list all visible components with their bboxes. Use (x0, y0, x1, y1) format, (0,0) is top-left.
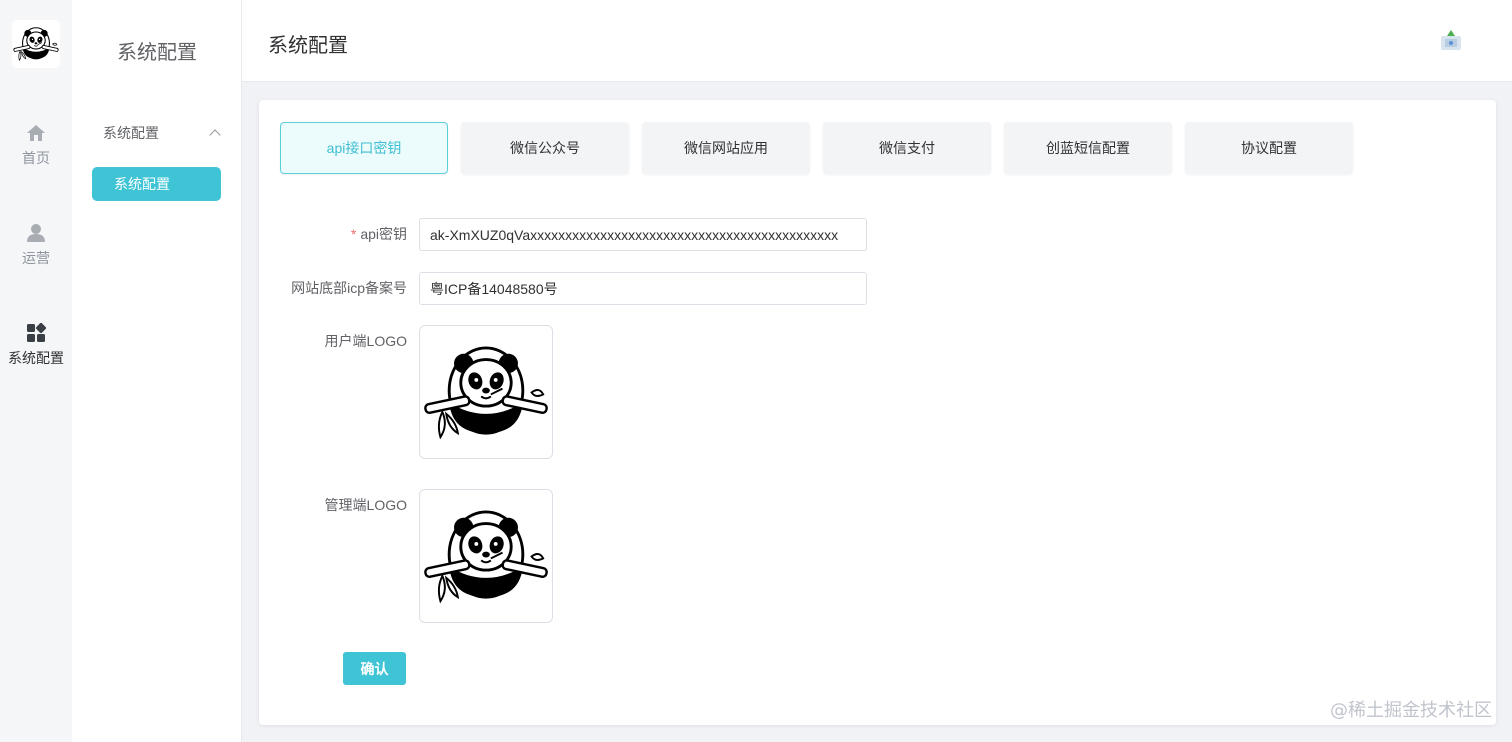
watermark: @稀土掘金技术社区 (1330, 700, 1492, 721)
tab-wechat-web[interactable]: 微信网站应用 (642, 122, 810, 174)
user-icon (25, 222, 47, 244)
rail-item-system-config[interactable]: 系统配置 (0, 322, 72, 382)
config-card: api接口密钥 微信公众号 微信网站应用 微信支付 创蓝短信配置 协议配置 * a… (259, 100, 1496, 725)
menu-group-label: 系统配置 (103, 125, 159, 141)
top-header: 系统配置 (242, 0, 1512, 82)
form-row-api-key: * api密钥 (259, 218, 867, 251)
admin-logo-label: 管理端LOGO (324, 497, 407, 513)
rail-item-operations[interactable]: 运营 (0, 222, 72, 282)
user-logo-upload[interactable] (419, 325, 553, 459)
api-key-input[interactable] (419, 218, 867, 251)
required-mark: * (350, 226, 357, 242)
tab-agreement-config[interactable]: 协议配置 (1185, 122, 1353, 174)
icp-input[interactable] (419, 272, 867, 305)
chevron-up-icon (209, 129, 221, 141)
form-row-user-logo: 用户端LOGO (259, 325, 553, 459)
icon-rail: 首页 运营 系统配置 (0, 0, 72, 742)
rail-item-home[interactable]: 首页 (0, 122, 72, 182)
panda-logo-icon (13, 25, 59, 63)
tab-api-key[interactable]: api接口密钥 (280, 122, 448, 174)
avatar-icon (1441, 30, 1461, 50)
menu-item-system-config[interactable]: 系统配置 (92, 167, 221, 201)
rail-item-label: 首页 (22, 150, 50, 166)
user-logo-label: 用户端LOGO (324, 333, 407, 349)
app-logo (12, 20, 60, 68)
apps-icon (25, 322, 47, 344)
tab-wechat-pay[interactable]: 微信支付 (823, 122, 991, 174)
config-tabs: api接口密钥 微信公众号 微信网站应用 微信支付 创蓝短信配置 协议配置 (280, 122, 1353, 174)
panda-logo-icon (423, 508, 549, 605)
tab-sms-config[interactable]: 创蓝短信配置 (1004, 122, 1172, 174)
avatar[interactable] (1438, 28, 1464, 54)
form-row-admin-logo: 管理端LOGO (259, 489, 553, 623)
icp-label: 网站底部icp备案号 (291, 280, 407, 296)
sub-sidebar-title: 系统配置 (117, 42, 197, 64)
rail-item-label: 运营 (22, 250, 50, 266)
rail-item-label: 系统配置 (8, 350, 64, 366)
form-row-icp: 网站底部icp备案号 (259, 272, 867, 305)
page-title: 系统配置 (268, 35, 348, 57)
tab-wechat-official[interactable]: 微信公众号 (461, 122, 629, 174)
home-icon (25, 122, 47, 144)
api-key-label: * api密钥 (350, 226, 407, 242)
confirm-button[interactable]: 确认 (343, 652, 406, 685)
sub-sidebar: 系统配置 系统配置 系统配置 (72, 0, 242, 742)
panda-logo-icon (423, 344, 549, 441)
admin-logo-upload[interactable] (419, 489, 553, 623)
menu-group-system-config[interactable]: 系统配置 (103, 123, 223, 143)
